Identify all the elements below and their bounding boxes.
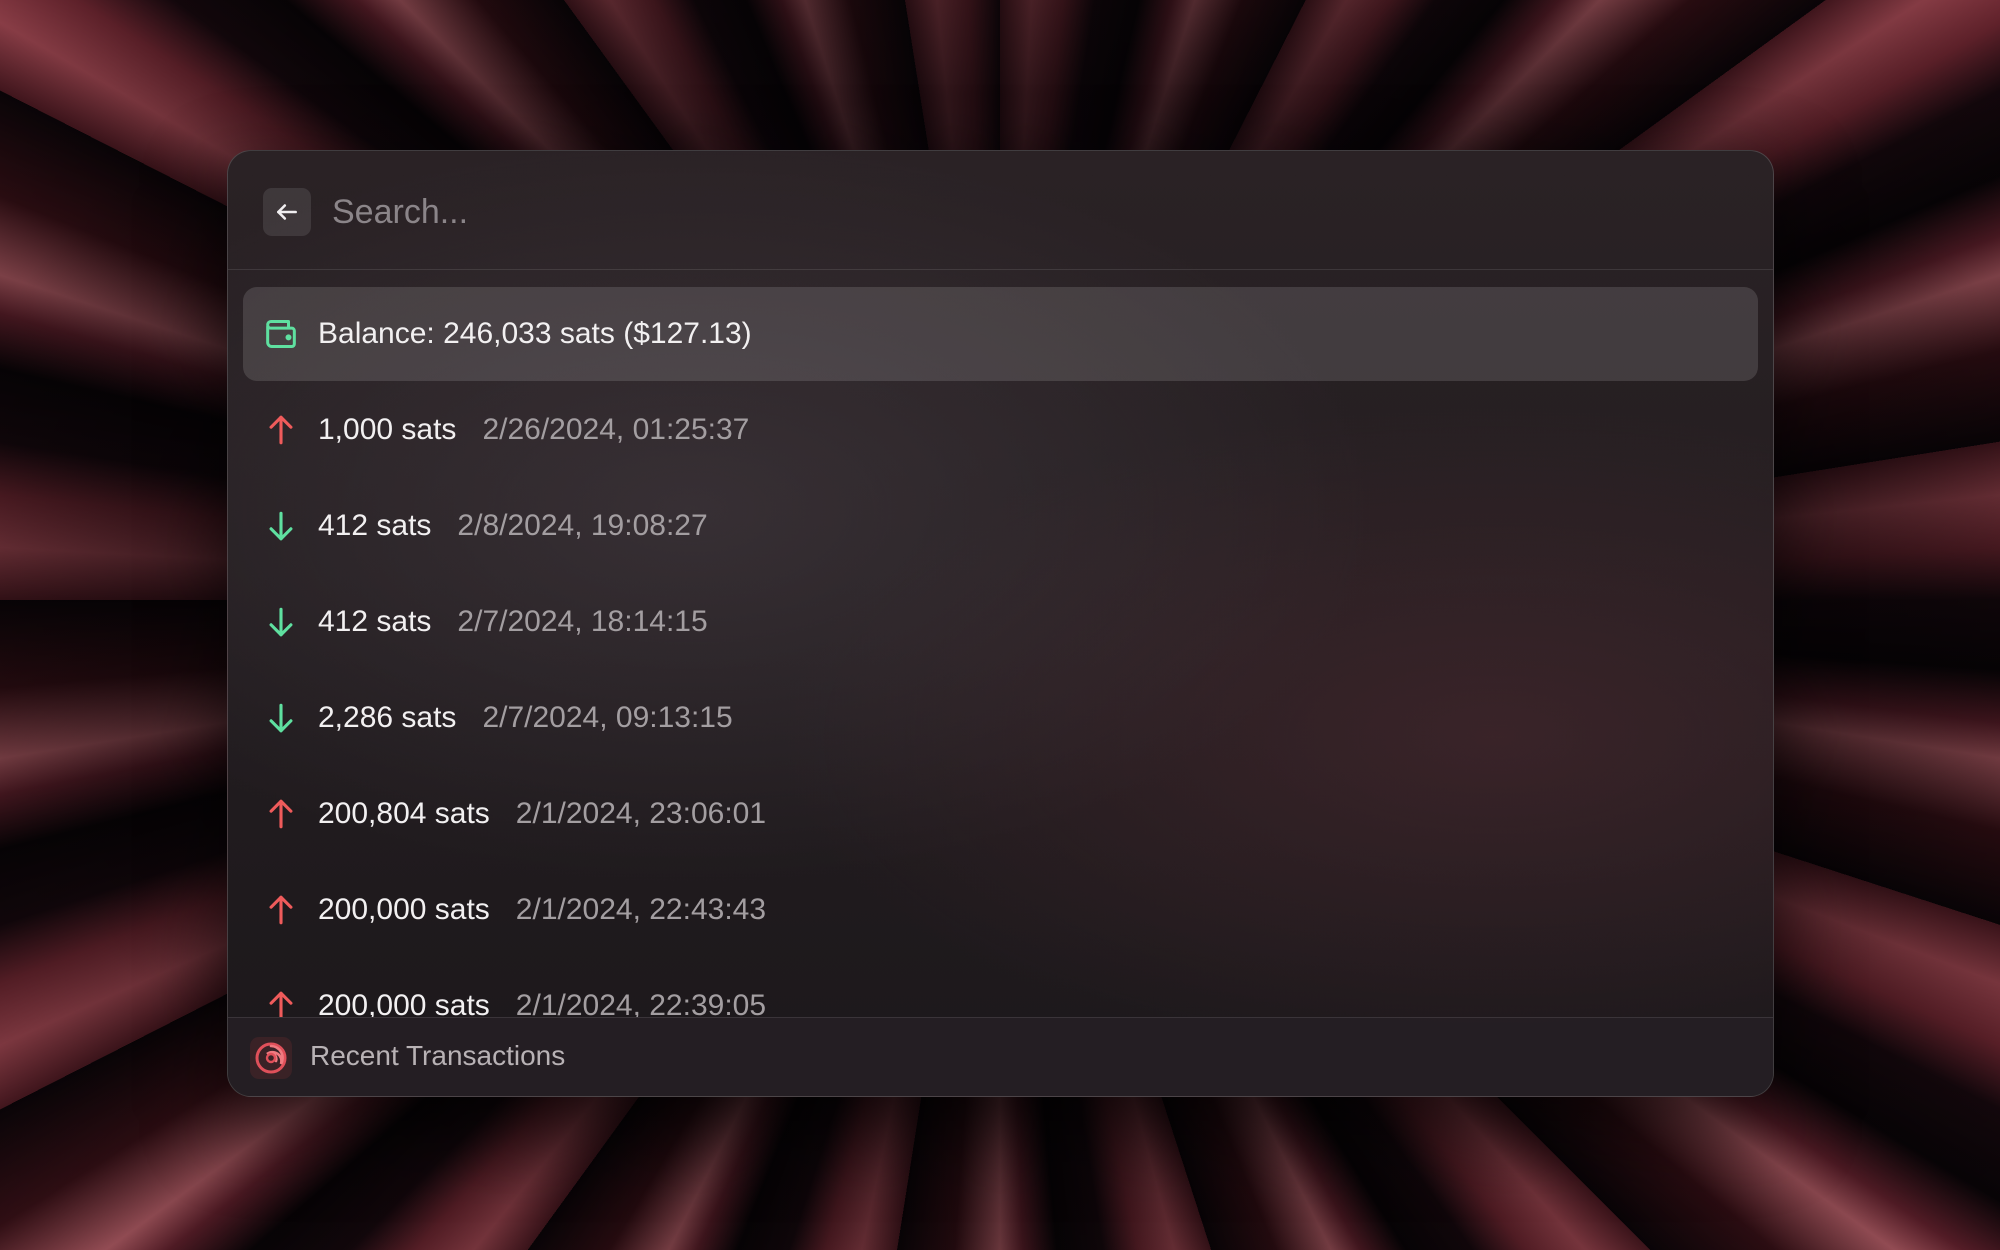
- transaction-date: 2/7/2024, 18:14:15: [457, 605, 708, 638]
- transaction-row[interactable]: 1,000 sats 2/26/2024, 01:25:37: [243, 383, 1758, 477]
- transaction-row[interactable]: 2,286 sats 2/7/2024, 09:13:15: [243, 671, 1758, 765]
- transaction-amount: 200,804 sats: [318, 797, 490, 830]
- transaction-list[interactable]: Balance: 246,033 sats ($127.13) 1,000 sa…: [243, 287, 1758, 1017]
- transaction-row[interactable]: 412 sats 2/7/2024, 18:14:15: [243, 575, 1758, 669]
- transaction-row[interactable]: 200,000 sats 2/1/2024, 22:43:43: [243, 863, 1758, 957]
- arrow-up-icon: [261, 890, 301, 930]
- arrow-up-icon: [261, 794, 301, 834]
- transaction-row[interactable]: 412 sats 2/8/2024, 19:08:27: [243, 479, 1758, 573]
- transaction-amount: 412 sats: [318, 605, 432, 638]
- transaction-date: 2/26/2024, 01:25:37: [482, 413, 750, 446]
- action-bar: Recent Transactions: [228, 1017, 1773, 1096]
- transaction-date: 2/1/2024, 22:43:43: [515, 893, 767, 926]
- footer-title: Recent Transactions: [310, 1040, 566, 1071]
- command-window: Balance: 246,033 sats ($127.13) 1,000 sa…: [227, 150, 1774, 1097]
- transaction-amount: 2,286 sats: [318, 701, 457, 734]
- search-bar: [228, 151, 1773, 270]
- back-button[interactable]: [263, 188, 311, 236]
- transaction-date: 2/7/2024, 09:13:15: [482, 701, 733, 734]
- app-logo-icon: [250, 1037, 292, 1079]
- arrow-left-icon: [277, 204, 297, 220]
- transaction-date: 2/1/2024, 22:39:05: [515, 989, 767, 1017]
- transaction-amount: 200,000 sats: [318, 893, 490, 926]
- transaction-amount: 412 sats: [318, 509, 432, 542]
- arrow-down-icon: [261, 698, 301, 738]
- balance-label: Balance: 246,033 sats ($127.13): [318, 317, 752, 350]
- balance-row[interactable]: Balance: 246,033 sats ($127.13): [243, 287, 1758, 381]
- transaction-row[interactable]: 200,804 sats 2/1/2024, 23:06:01: [243, 767, 1758, 861]
- wallet-icon: [261, 314, 301, 354]
- search-input[interactable]: [330, 183, 1714, 241]
- transaction-date: 2/8/2024, 19:08:27: [457, 509, 708, 542]
- arrow-down-icon: [261, 506, 301, 546]
- transaction-date: 2/1/2024, 23:06:01: [515, 797, 767, 830]
- arrow-down-icon: [261, 602, 301, 642]
- transaction-amount: 200,000 sats: [318, 989, 490, 1017]
- transaction-row[interactable]: 200,000 sats 2/1/2024, 22:39:05: [243, 959, 1758, 1017]
- transaction-amount: 1,000 sats: [318, 413, 457, 446]
- arrow-up-icon: [261, 986, 301, 1017]
- arrow-up-icon: [261, 410, 301, 450]
